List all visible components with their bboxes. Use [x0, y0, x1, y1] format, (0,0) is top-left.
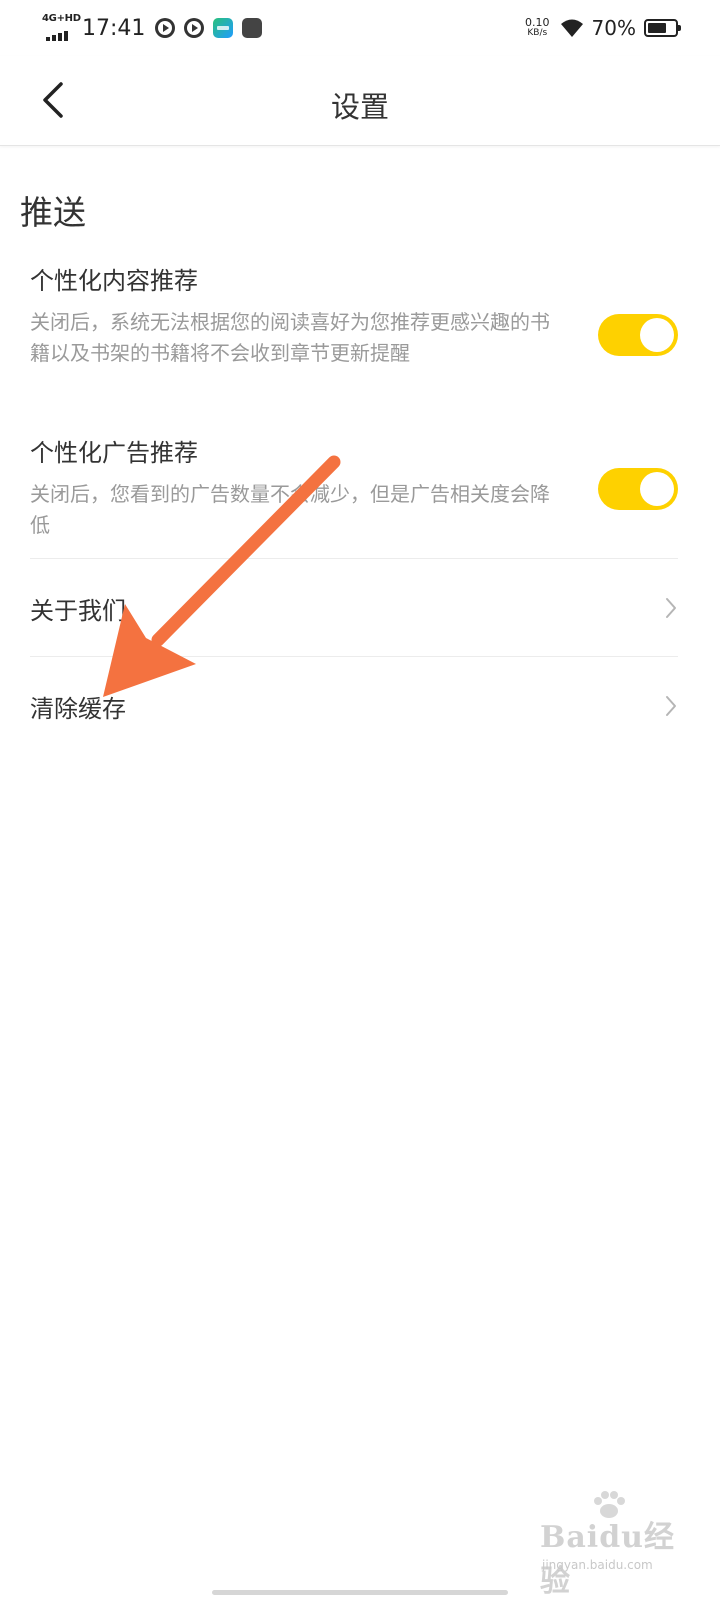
- watermark-brand: Baidu经验: [540, 1520, 675, 1599]
- home-indicator[interactable]: [212, 1590, 508, 1595]
- toggle-knob: [640, 472, 674, 506]
- iqiyi-app-icon: [213, 18, 234, 38]
- personalized-ads-toggle[interactable]: [598, 468, 678, 510]
- clear-cache-label: 清除缓存: [30, 694, 126, 723]
- battery-fill: [648, 23, 667, 33]
- battery-icon: [644, 19, 681, 37]
- video-app-icon: [155, 18, 176, 38]
- setting-personalized-content: 个性化内容推荐 关闭后，系统无法根据您的阅读喜好为您推荐更感兴趣的书籍以及书架的…: [30, 264, 678, 369]
- section-title: 推送: [20, 193, 86, 232]
- video-app-icon-2: [184, 18, 205, 38]
- chevron-right-icon: [666, 598, 676, 618]
- chevron-right-icon: [666, 696, 676, 716]
- wifi-icon: [560, 19, 583, 37]
- network-speed-value: 0.10: [525, 16, 550, 29]
- page-title: 设置: [330, 90, 389, 124]
- annotation-arrow: [103, 455, 341, 697]
- divider: [30, 656, 678, 657]
- status-right: 0.10 KB/s 70%: [525, 12, 681, 44]
- battery-percent: 70%: [591, 16, 636, 40]
- setting-personalized-ads: 个性化广告推荐 关闭后，您看到的广告数量不会减少，但是广告相关度会降低: [30, 436, 678, 541]
- setting-title: 个性化广告推荐: [30, 439, 198, 467]
- battery-tip: [678, 25, 681, 31]
- setting-title: 个性化内容推荐: [30, 267, 198, 295]
- setting-description: 关闭后，系统无法根据您的阅读喜好为您推荐更感兴趣的书籍以及书架的书籍将不会收到章…: [30, 310, 550, 365]
- status-left: 4G+HD 17:41: [42, 12, 271, 44]
- toggle-knob: [640, 318, 674, 352]
- watermark: Baidu经验 jingyan.baidu.com: [540, 1490, 680, 1599]
- about-us-label: 关于我们: [30, 596, 126, 625]
- status-time: 17:41: [82, 15, 146, 41]
- status-bar: 4G+HD 17:41 0.10 KB/s 70%: [0, 0, 720, 56]
- notification-app-icon: [242, 18, 263, 38]
- about-us-row[interactable]: 关于我们: [30, 578, 678, 638]
- network-speed: 0.10 KB/s: [525, 17, 550, 39]
- divider: [30, 558, 678, 559]
- clear-cache-row[interactable]: 清除缓存: [30, 676, 678, 736]
- network-indicator: 4G+HD: [42, 13, 81, 43]
- personalized-content-toggle[interactable]: [598, 314, 678, 356]
- signal-icon: [46, 31, 68, 41]
- network-type: 4G+HD: [42, 13, 81, 24]
- watermark-url: jingyan.baidu.com: [542, 1558, 653, 1572]
- setting-description: 关闭后，您看到的广告数量不会减少，但是广告相关度会降低: [30, 482, 550, 537]
- network-speed-unit: KB/s: [527, 28, 548, 38]
- app-header: 设置: [0, 56, 720, 146]
